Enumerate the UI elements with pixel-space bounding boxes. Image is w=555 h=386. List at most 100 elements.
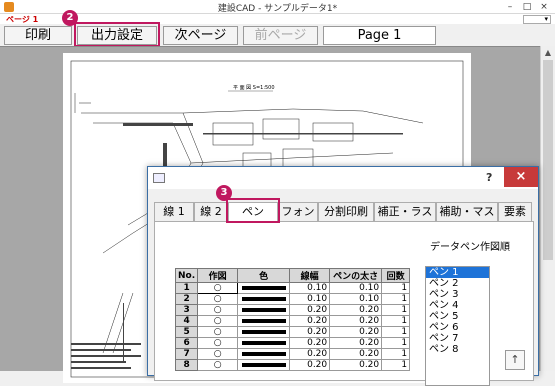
list-item[interactable]: ペン 4 (426, 300, 489, 311)
tab-line2[interactable]: 線 2 (194, 202, 228, 221)
pen-order-caption: データペン作図順 (430, 242, 510, 253)
color-swatch[interactable] (237, 282, 291, 294)
row-number: 4 (174, 315, 199, 327)
draw-flag[interactable]: ○ (197, 304, 239, 316)
draw-flag[interactable]: ○ (197, 337, 239, 349)
print-button[interactable]: 印刷 (4, 26, 72, 45)
dialog-close-button[interactable]: × (504, 167, 538, 187)
table-row[interactable]: 2 ○ 0.10 0.10 1 (174, 293, 411, 305)
prev-page-button[interactable]: 前ページ (243, 26, 318, 45)
line-width[interactable]: 0.10 (289, 293, 331, 305)
repeat-count[interactable]: 1 (381, 315, 411, 327)
row-number: 7 (174, 348, 199, 360)
repeat-count[interactable]: 1 (381, 304, 411, 316)
column-header: 作図 (197, 268, 239, 283)
list-item[interactable]: ペン 8 (426, 344, 489, 355)
pen-thickness[interactable]: 0.20 (329, 315, 383, 327)
draw-flag[interactable]: ○ (197, 282, 239, 294)
pen-thickness[interactable]: 0.20 (329, 304, 383, 316)
row-number: 3 (174, 304, 199, 316)
pen-thickness[interactable]: 0.20 (329, 337, 383, 349)
list-item[interactable]: ペン 6 (426, 322, 489, 333)
row-number: 2 (174, 293, 199, 305)
help-button[interactable]: ? (486, 171, 498, 185)
color-swatch[interactable] (237, 359, 291, 371)
move-up-button[interactable]: ↑ (505, 350, 525, 370)
list-item[interactable]: ペン 2 (426, 278, 489, 289)
draw-flag[interactable]: ○ (197, 315, 239, 327)
draw-flag[interactable]: ○ (197, 359, 239, 371)
pen-table: No. 作図 色 線幅 ペンの太さ 回数 1 ○ 0.10 0.10 1 2 ○… (174, 268, 411, 371)
line-width[interactable]: 0.20 (289, 304, 331, 316)
next-page-button[interactable]: 次ページ (163, 26, 238, 45)
draw-flag[interactable]: ○ (197, 293, 239, 305)
scroll-thumb[interactable] (543, 60, 553, 260)
repeat-count[interactable]: 1 (381, 337, 411, 349)
row-number: 1 (174, 282, 199, 294)
table-row[interactable]: 7 ○ 0.20 0.20 1 (174, 348, 411, 360)
color-swatch-black (241, 362, 286, 367)
draw-flag[interactable]: ○ (197, 326, 239, 338)
table-row[interactable]: 5 ○ 0.20 0.20 1 (174, 326, 411, 338)
color-swatch-black (241, 329, 286, 334)
callout-badge-2: 2 (62, 10, 78, 26)
line-width[interactable]: 0.20 (289, 315, 331, 327)
pen-order-list[interactable]: ペン 1 ペン 2 ペン 3 ペン 4 ペン 5 ペン 6 ペン 7 ペン 8 (425, 266, 490, 386)
list-item[interactable]: ペン 1 (426, 267, 489, 278)
repeat-count[interactable]: 1 (381, 293, 411, 305)
tab-split-print[interactable]: 分割印刷 (318, 202, 374, 221)
color-swatch[interactable] (237, 304, 291, 316)
table-row[interactable]: 6 ○ 0.20 0.20 1 (174, 337, 411, 349)
list-item[interactable]: ペン 5 (426, 311, 489, 322)
minimize-button[interactable]: – (502, 1, 518, 13)
color-swatch[interactable] (237, 293, 291, 305)
draw-flag[interactable]: ○ (197, 348, 239, 360)
line-width[interactable]: 0.20 (289, 348, 331, 360)
pen-thickness[interactable]: 0.10 (329, 282, 383, 294)
window-title: 建設CAD - サンプルデータ1* (217, 4, 338, 14)
column-header: ペンの太さ (329, 268, 383, 283)
color-swatch[interactable] (237, 315, 291, 327)
scroll-up-icon[interactable]: ▲ (541, 46, 555, 60)
pen-thickness[interactable]: 0.20 (329, 326, 383, 338)
vertical-scrollbar[interactable]: ▲ (540, 46, 555, 371)
list-item[interactable]: ペン 3 (426, 289, 489, 300)
line-width[interactable]: 0.20 (289, 359, 331, 371)
line-width[interactable]: 0.10 (289, 282, 331, 294)
repeat-count[interactable]: 1 (381, 282, 411, 294)
repeat-count[interactable]: 1 (381, 348, 411, 360)
dialog-app-icon (153, 173, 165, 183)
page-dropdown[interactable]: ▾ (523, 15, 551, 24)
tab-line1[interactable]: 線 1 (154, 202, 194, 221)
pen-tab-highlight (226, 198, 280, 223)
page-field[interactable]: Page 1 (323, 26, 436, 45)
table-row[interactable]: 3 ○ 0.20 0.20 1 (174, 304, 411, 316)
pen-thickness[interactable]: 0.20 (329, 348, 383, 360)
tab-aux-mask[interactable]: 補助・マスク (436, 202, 498, 235)
tab-font[interactable]: フォント (278, 202, 318, 235)
drawing-title: 平 面 図 S=1:500 (233, 85, 275, 91)
pen-tab-panel: データペン作図順 No. 作図 色 線幅 ペンの太さ 回数 1 ○ 0.10 0… (154, 221, 534, 386)
color-swatch[interactable] (237, 326, 291, 338)
table-row[interactable]: 8 ○ 0.20 0.20 1 (174, 359, 411, 371)
row-number: 6 (174, 337, 199, 349)
line-width[interactable]: 0.20 (289, 326, 331, 338)
pen-thickness[interactable]: 0.10 (329, 293, 383, 305)
tab-correction-raster[interactable]: 補正・ラスタ (374, 202, 436, 235)
color-swatch-black (241, 307, 286, 312)
dialog-title-bar: ? × (148, 167, 538, 189)
callout-badge-3: 3 (216, 185, 232, 201)
pen-thickness[interactable]: 0.20 (329, 359, 383, 371)
column-header: 色 (237, 268, 291, 283)
color-swatch[interactable] (237, 348, 291, 360)
color-swatch[interactable] (237, 337, 291, 349)
repeat-count[interactable]: 1 (381, 359, 411, 371)
line-width[interactable]: 0.20 (289, 337, 331, 349)
close-button[interactable]: × (536, 1, 552, 13)
repeat-count[interactable]: 1 (381, 326, 411, 338)
maximize-button[interactable]: □ (519, 1, 535, 13)
table-row[interactable]: 4 ○ 0.20 0.20 1 (174, 315, 411, 327)
table-row[interactable]: 1 ○ 0.10 0.10 1 (174, 282, 411, 294)
tab-elements[interactable]: 要素 (498, 202, 532, 221)
list-item[interactable]: ペン 7 (426, 333, 489, 344)
